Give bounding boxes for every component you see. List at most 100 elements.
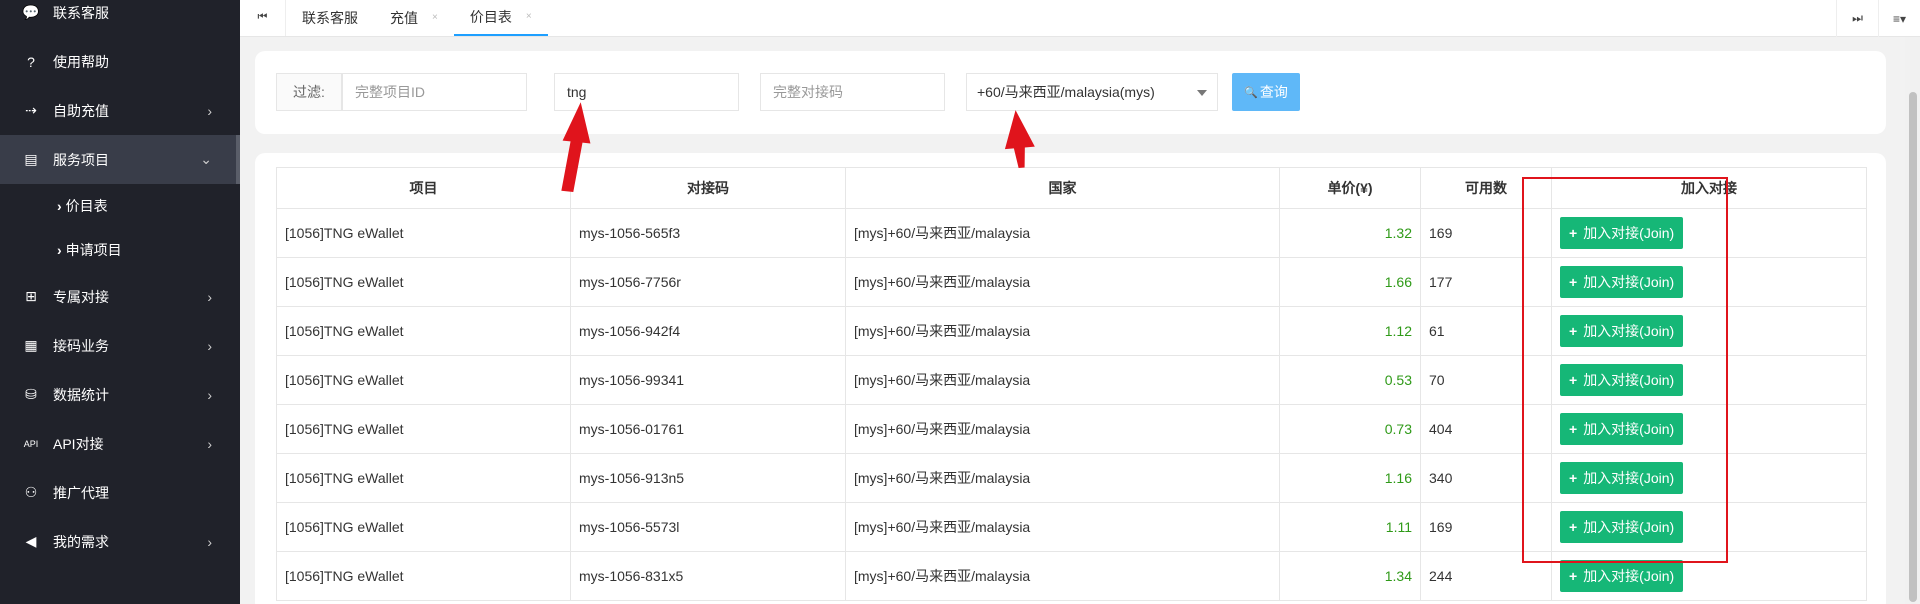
cell-price: 1.32 (1279, 208, 1421, 258)
cell-country: [mys]+60/马来西亚/malaysia (845, 306, 1280, 356)
cell-project: [1056]TNG eWallet (276, 355, 571, 405)
cell-country: [mys]+60/马来西亚/malaysia (845, 453, 1280, 503)
join-button[interactable]: + 加入对接(Join) (1560, 560, 1684, 592)
tab-bar: ⏮ 联系客服 充值 × 价目表 × ⏭ ≡▾ (240, 0, 1920, 37)
column-header: 单价(¥) (1279, 167, 1421, 209)
chevron-right-icon: › (57, 198, 62, 214)
chevron-right-icon: › (207, 288, 212, 305)
cell-price: 1.12 (1279, 306, 1421, 356)
annotation-arrow-icon (561, 102, 591, 192)
sidebar-subitem-label: 申请项目 (65, 242, 122, 258)
sidebar-subitem-label: 价目表 (65, 198, 108, 214)
cell-country: [mys]+60/马来西亚/malaysia (845, 502, 1280, 552)
column-header: 国家 (845, 167, 1280, 209)
sidebar-item-0[interactable]: 💬 联系客服 (0, 0, 240, 37)
chat-icon: 💬 (22, 4, 40, 20)
chevron-right-icon: › (207, 435, 212, 452)
chevron-down-icon (1197, 90, 1207, 96)
sidebar-item-6[interactable]: ⛁ 数据统计 › (0, 370, 240, 419)
cell-project: [1056]TNG eWallet (276, 551, 571, 601)
country-select[interactable]: +60/马来西亚/malaysia(mys) (966, 73, 1218, 111)
column-header: 对接码 (570, 167, 846, 209)
sidebar-item-label: API对接 (53, 435, 104, 452)
sidebar-item-label: 数据统计 (53, 386, 109, 403)
cell-project: [1056]TNG eWallet (276, 404, 571, 454)
cell-project: [1056]TNG eWallet (276, 208, 571, 258)
search-icon: 🔍 (1244, 86, 1258, 99)
sidebar-item-8[interactable]: ⚇ 推广代理 (0, 468, 240, 517)
country-select-value: +60/马来西亚/malaysia(mys) (977, 84, 1155, 100)
sidebar-item-3[interactable]: ▤ 服务项目 ⌄ (0, 135, 240, 184)
sidebar-item-label: 联系客服 (53, 4, 109, 21)
cell-price: 0.53 (1279, 355, 1421, 405)
chevron-right-icon: › (207, 102, 212, 119)
query-button-label: 查询 (1259, 84, 1288, 100)
sidebar-subitem-0[interactable]: › 价目表 (0, 184, 240, 228)
cell-code: mys-1056-5573l (570, 502, 846, 552)
help-icon: ? (27, 53, 35, 70)
chevron-right-icon: › (207, 337, 212, 354)
chevron-down-icon: ⌄ (200, 151, 212, 167)
filter-label: 过滤: (276, 73, 342, 111)
tab-2[interactable]: 价目表 × (453, 0, 548, 36)
sidebar-item-9[interactable]: ◀ 我的需求 › (0, 517, 240, 566)
sidebar-item-label: 专属对接 (53, 288, 109, 305)
tab-scroll-right-button[interactable]: ⏭ (1836, 0, 1878, 37)
cell-price: 1.34 (1279, 551, 1421, 601)
scrollbar-thumb[interactable] (1909, 92, 1917, 602)
sidebar-item-label: 自助充值 (53, 102, 109, 119)
tab-menu-button[interactable]: ≡▾ (1878, 0, 1920, 37)
join-button-label: 加入对接(Join) (1583, 568, 1675, 584)
cell-project: [1056]TNG eWallet (276, 257, 571, 307)
cell-price: 1.11 (1279, 502, 1421, 552)
tab-scroll-left-button[interactable]: ⏮ (240, 0, 286, 36)
sidebar-item-label: 我的需求 (53, 533, 109, 550)
cell-price: 1.16 (1279, 453, 1421, 503)
dedicated-icon: ⊞ (25, 288, 37, 304)
sidebar: 💬 联系客服? 使用帮助 ⇢ 自助充值 › ▤ 服务项目 ⌄ › 价目表 › 申请项目 ⊞ 专属对接 › ▦ 接码… (0, 0, 240, 604)
sidebar-item-1[interactable]: ? 使用帮助 (0, 37, 240, 86)
chevron-right-icon: › (57, 242, 62, 258)
close-icon[interactable]: × (432, 12, 438, 23)
sidebar-item-2[interactable]: ⇢ 自助充值 › (0, 86, 240, 135)
sidebar-subitem-1[interactable]: › 申请项目 (0, 228, 240, 272)
scrollbar[interactable] (1905, 37, 1920, 604)
annotation-highlight-box (1522, 177, 1728, 563)
cell-code: mys-1056-99341 (570, 355, 846, 405)
query-button[interactable]: 🔍 查询 (1232, 73, 1300, 111)
sidebar-item-label: 接码业务 (53, 337, 109, 354)
recharge-icon: ⇢ (25, 102, 37, 118)
sitemap-icon: ⚇ (24, 484, 38, 500)
sidebar-item-label: 推广代理 (53, 484, 109, 501)
tab-label: 充值 (390, 9, 418, 26)
tab-1[interactable]: 充值 × (374, 0, 454, 36)
close-icon[interactable]: × (526, 11, 532, 22)
tab-0[interactable]: 联系客服 (286, 0, 374, 36)
plus-icon: + (1569, 568, 1578, 584)
service-icon: ▤ (24, 151, 38, 167)
cell-project: [1056]TNG eWallet (276, 306, 571, 356)
cell-country: [mys]+60/马来西亚/malaysia (845, 404, 1280, 454)
megaphone-icon: ◀ (25, 533, 37, 549)
cell-country: [mys]+60/马来西亚/malaysia (845, 208, 1280, 258)
chevron-right-icon: › (207, 533, 212, 550)
sidebar-item-5[interactable]: ▦ 接码业务 › (0, 321, 240, 370)
cell-code: mys-1056-913n5 (570, 453, 846, 503)
cell-country: [mys]+60/马来西亚/malaysia (845, 551, 1280, 601)
cell-price: 1.66 (1279, 257, 1421, 307)
annotation-arrow-icon (1004, 110, 1035, 169)
sidebar-item-label: 使用帮助 (53, 53, 109, 70)
api-icon: API (23, 438, 39, 449)
project-id-input[interactable] (342, 73, 527, 111)
sms-icon: ▦ (24, 337, 38, 353)
cell-country: [mys]+60/马来西亚/malaysia (845, 355, 1280, 405)
tab-label: 价目表 (469, 8, 512, 25)
filter-card: 过滤: +60/马来西亚/malaysia(mys) 🔍 查询 (255, 51, 1886, 134)
cell-project: [1056]TNG eWallet (276, 453, 571, 503)
cell-code: mys-1056-565f3 (570, 208, 846, 258)
tab-label: 联系客服 (302, 9, 358, 26)
sidebar-item-7[interactable]: API API对接 › (0, 419, 240, 468)
sidebar-item-4[interactable]: ⊞ 专属对接 › (0, 272, 240, 321)
code-input[interactable] (760, 73, 945, 111)
cell-code: mys-1056-7756r (570, 257, 846, 307)
